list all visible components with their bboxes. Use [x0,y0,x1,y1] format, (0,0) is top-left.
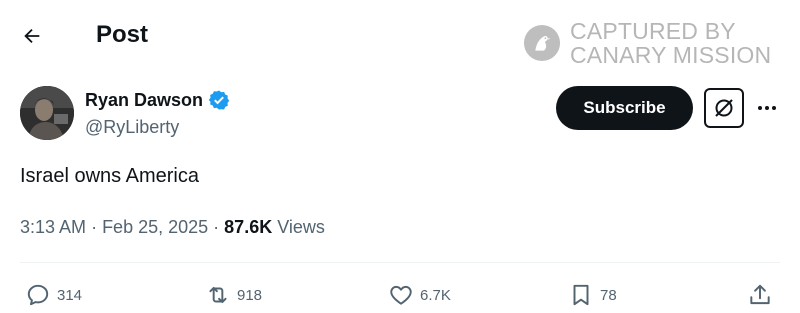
heart-icon [390,285,412,305]
author-handle[interactable]: @RyLiberty [85,115,179,139]
profile-photo-icon [20,86,74,140]
verified-badge-icon [208,90,230,110]
post-meta: 3:13 AM · Feb 25, 2025 · 87.6K Views [20,214,325,240]
subscribe-button[interactable]: Subscribe [556,86,693,130]
bookmark-button[interactable]: 78 [568,281,617,309]
reply-icon [27,284,49,306]
like-button[interactable]: 6.7K [388,281,451,309]
grok-icon [715,99,733,117]
page-title: Post [96,21,149,48]
canary-logo-icon [523,24,561,62]
grok-button[interactable] [704,88,744,128]
repost-count: 918 [237,286,263,304]
watermark: CAPTURED BY CANARY MISSION [523,17,793,69]
like-count: 6.7K [420,286,451,304]
watermark-text: CAPTURED BY CANARY MISSION [570,18,772,68]
more-options-button[interactable] [754,96,780,120]
post-time[interactable]: 3:13 AM [20,217,86,237]
bookmark-count: 78 [600,286,617,304]
arrow-left-icon [24,28,40,44]
more-dots-icon [758,106,776,110]
repost-icon [209,286,227,304]
share-icon [750,284,770,305]
back-button[interactable] [14,18,50,54]
divider [20,262,780,263]
repost-button[interactable]: 918 [205,281,262,309]
post-text: Israel owns America [20,165,199,187]
views-count[interactable]: 87.6K [224,217,272,237]
avatar[interactable] [20,86,74,140]
top-bar: Post CAPTURED BY CANARY MISSION [0,0,800,70]
reply-button[interactable]: 314 [25,281,82,309]
views-label[interactable]: Views [277,217,325,237]
bookmark-icon [573,284,589,306]
author-name[interactable]: Ryan Dawson [85,88,203,112]
author-name-row[interactable]: Ryan Dawson [85,88,230,112]
post-date[interactable]: Feb 25, 2025 [102,217,208,237]
share-button[interactable] [747,281,773,309]
reply-count: 314 [57,286,83,304]
meta-separator: · [91,217,103,237]
meta-separator: · [213,217,225,237]
